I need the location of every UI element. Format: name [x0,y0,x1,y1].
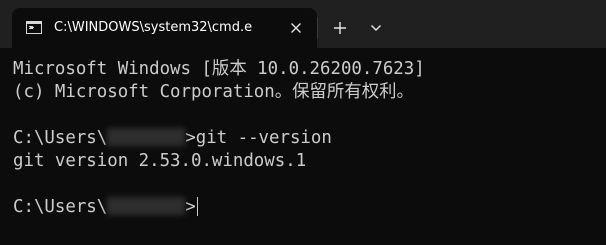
close-tab-button[interactable] [286,18,306,38]
command-text: git --version [195,128,332,148]
banner-line-1: Microsoft Windows [版本 10.0.26200.7623] [13,59,425,79]
terminal-window: C:\WINDOWS\system32\cmd.e Microsoft Wind… [0,0,606,245]
terminal-output[interactable]: Microsoft Windows [版本 10.0.26200.7623] (… [13,58,598,238]
tab-title: C:\WINDOWS\system32\cmd.e [54,20,253,35]
tab-divider [317,17,318,39]
tab-bar: C:\WINDOWS\system32\cmd.e [0,0,606,48]
banner-line-2: (c) Microsoft Corporation。保留所有权利。 [13,82,414,102]
profiles-dropdown-button[interactable] [364,16,388,40]
chevron-down-icon [371,25,381,31]
new-tab-button[interactable] [328,16,352,40]
tab-cmd[interactable]: C:\WINDOWS\system32\cmd.e [12,8,317,48]
redacted-username [107,197,186,215]
prompt-prefix: C:\Users\ [13,128,108,148]
plus-icon [334,22,346,34]
command-line-1: C:\Users\ >git --version [13,127,598,150]
cmd-icon [26,21,42,34]
prompt-prefix: C:\Users\ [13,197,108,217]
text-cursor [196,197,198,216]
command-output: git version 2.53.0.windows.1 [13,151,307,171]
close-icon [291,23,301,33]
prompt-suffix: > [185,128,196,148]
command-line-2[interactable]: C:\Users\ > [13,196,598,219]
prompt-suffix: > [185,197,196,217]
redacted-username [107,128,186,146]
